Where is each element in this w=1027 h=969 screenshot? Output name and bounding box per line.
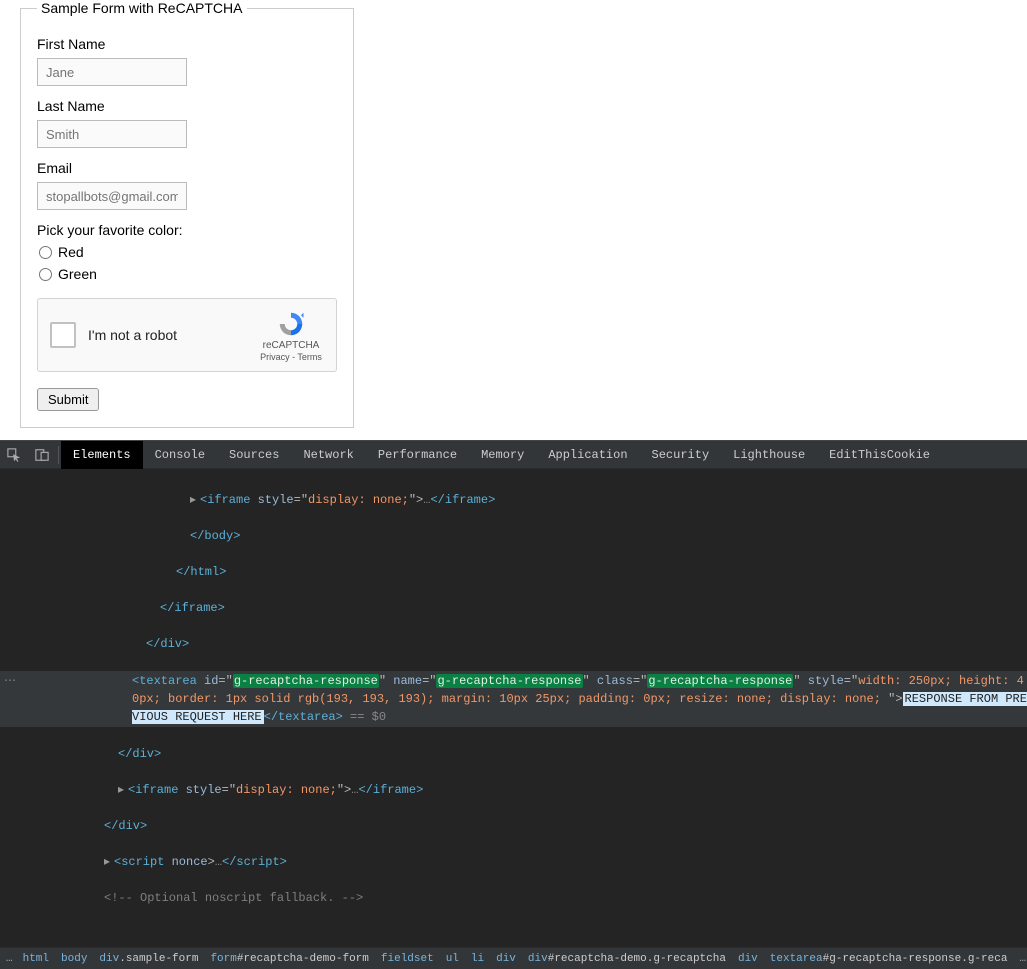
bc-fieldset[interactable]: fieldset — [381, 953, 434, 965]
bc-body[interactable]: body — [61, 953, 87, 965]
devtools-toolbar: Elements Console Sources Network Perform… — [0, 441, 1027, 469]
elements-tree[interactable]: ▸<iframe style="display: none;">…</ifram… — [0, 469, 1027, 947]
bc-li[interactable]: li — [471, 953, 484, 965]
tab-memory[interactable]: Memory — [469, 441, 536, 469]
tab-sources[interactable]: Sources — [217, 441, 291, 469]
tab-console[interactable]: Console — [143, 441, 217, 469]
dom-breadcrumb[interactable]: … html body div.sample-form form#recaptc… — [0, 947, 1027, 969]
tab-performance[interactable]: Performance — [366, 441, 469, 469]
form-legend: Sample Form with ReCAPTCHA — [37, 0, 247, 16]
email-input[interactable] — [37, 182, 187, 210]
bc-div-sample-form[interactable]: div.sample-form — [99, 953, 198, 965]
bc-html[interactable]: html — [23, 953, 49, 965]
last-name-input[interactable] — [37, 120, 187, 148]
recaptcha-brand-text: reCAPTCHA — [263, 340, 320, 351]
tab-application[interactable]: Application — [536, 441, 639, 469]
tab-editthiscookie[interactable]: EditThisCookie — [817, 441, 942, 469]
devtools-panel: Elements Console Sources Network Perform… — [0, 440, 1027, 969]
bc-textarea[interactable]: textarea#g-recaptcha-response.g-reca — [770, 953, 1008, 965]
recaptcha-terms-text[interactable]: Privacy - Terms — [260, 352, 322, 362]
selected-node[interactable]: ⋯<textarea id="g-recaptcha-response" nam… — [0, 671, 1027, 727]
recaptcha-branding: reCAPTCHA Privacy - Terms — [258, 309, 324, 362]
tab-elements[interactable]: Elements — [61, 441, 143, 469]
email-label: Email — [37, 160, 337, 176]
recaptcha-icon — [276, 309, 306, 339]
bc-div[interactable]: div — [496, 953, 516, 965]
radio-red-label: Red — [58, 244, 84, 260]
radio-green-label: Green — [58, 266, 97, 282]
bc-ul[interactable]: ul — [446, 953, 459, 965]
bc-div2[interactable]: div — [738, 953, 758, 965]
submit-button[interactable]: Submit — [37, 388, 99, 411]
radio-green[interactable] — [39, 268, 52, 281]
tab-network[interactable]: Network — [291, 441, 365, 469]
recaptcha-label: I'm not a robot — [88, 327, 258, 343]
first-name-label: First Name — [37, 36, 337, 52]
device-toggle-icon[interactable] — [28, 441, 56, 469]
sample-form-fieldset: Sample Form with ReCAPTCHA First Name La… — [20, 0, 354, 428]
radio-red[interactable] — [39, 246, 52, 259]
color-label: Pick your favorite color: — [37, 222, 337, 238]
last-name-label: Last Name — [37, 98, 337, 114]
bc-div-recaptcha[interactable]: div#recaptcha-demo.g-recaptcha — [528, 953, 726, 965]
inspect-icon[interactable] — [0, 441, 28, 469]
toolbar-divider — [58, 446, 59, 464]
code-token: <iframe — [200, 493, 258, 507]
recaptcha-checkbox[interactable] — [50, 322, 76, 348]
bc-form[interactable]: form#recaptcha-demo-form — [210, 953, 368, 965]
tab-security[interactable]: Security — [640, 441, 722, 469]
first-name-input[interactable] — [37, 58, 187, 86]
recaptcha-widget: I'm not a robot reCAPTCHA Privacy - Term… — [37, 298, 337, 372]
tab-lighthouse[interactable]: Lighthouse — [721, 441, 817, 469]
